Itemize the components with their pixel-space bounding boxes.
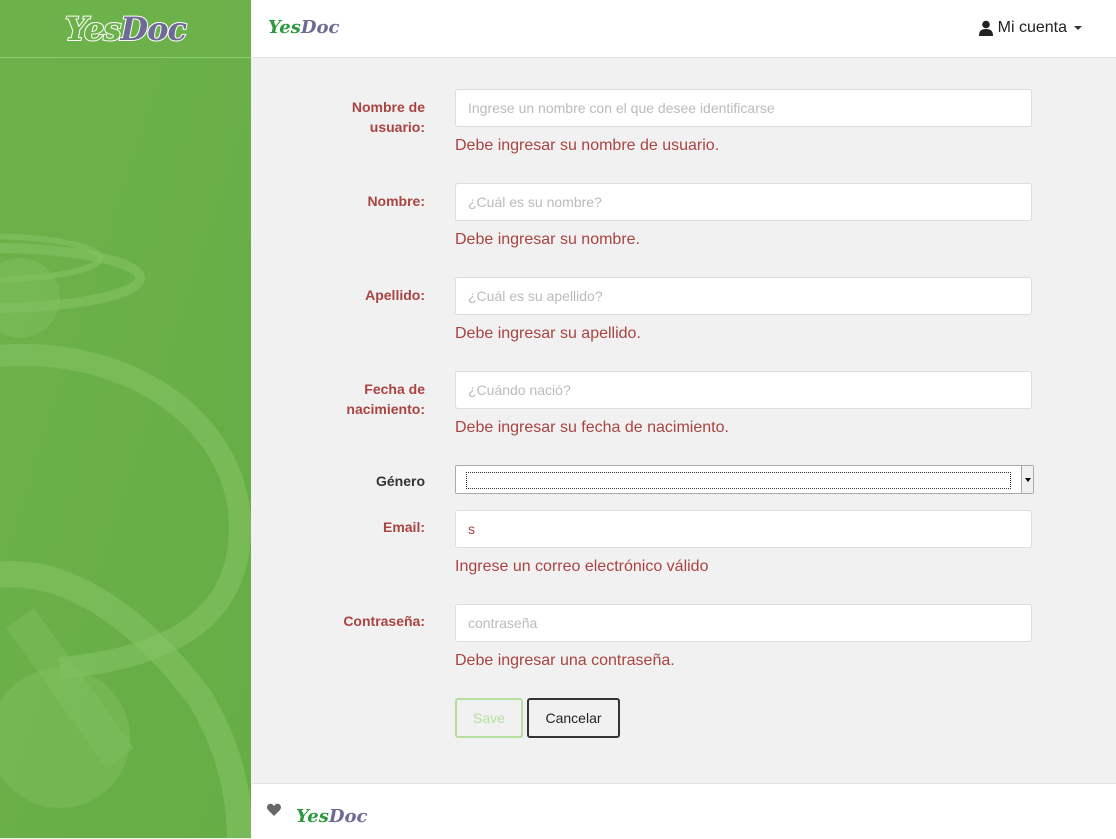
sidebar-logo[interactable]: YesDoc [0, 0, 251, 58]
navbar-brand-yes: Yes [268, 17, 301, 38]
birthdate-label: Fecha de nacimiento: [346, 381, 425, 417]
first-name-input[interactable] [455, 183, 1032, 221]
navbar-brand-doc: Doc [300, 17, 340, 38]
last-name-label: Apellido: [365, 287, 425, 303]
gender-label: Género [375, 473, 425, 489]
select-arrow-icon[interactable] [1021, 466, 1033, 493]
sidebar: YesDoc [0, 0, 251, 838]
footer-brand-doc: Doc [328, 806, 368, 827]
first-name-error: Debe ingresar su nombre. [455, 231, 640, 248]
last-name-input[interactable] [455, 277, 1032, 315]
navbar-brand[interactable]: YesDoc [268, 17, 339, 38]
user-icon [978, 20, 993, 36]
username-error: Debe ingresar su nombre de usuario. [455, 137, 720, 154]
username-input[interactable] [455, 89, 1032, 127]
password-error: Debe ingresar una contraseña. [455, 652, 675, 669]
cancel-button[interactable]: Cancelar [527, 698, 620, 738]
save-button[interactable]: Save [455, 698, 523, 738]
birthdate-input[interactable] [455, 371, 1032, 409]
logo-doc-text: Doc [119, 9, 188, 49]
top-navbar: YesDoc Mi cuenta [251, 0, 1116, 58]
gender-selected-value [466, 472, 1011, 489]
password-input[interactable] [455, 604, 1032, 642]
email-label: Email: [382, 519, 425, 535]
email-input[interactable] [455, 510, 1032, 548]
birthdate-error: Debe ingresar su fecha de nacimiento. [455, 419, 729, 436]
first-name-label: Nombre: [367, 193, 425, 209]
stethoscope-background-image [0, 58, 251, 838]
gender-select[interactable] [455, 465, 1034, 494]
footer-brand[interactable]: YesDoc [296, 806, 367, 827]
caret-down-icon [1074, 26, 1082, 30]
last-name-error: Debe ingresar su apellido. [455, 325, 641, 342]
logo-yes-text: Yes [64, 9, 122, 49]
email-error: Ingrese un correo electrónico válido [455, 558, 709, 575]
footer: YesDoc [251, 783, 1116, 839]
account-label: Mi cuenta [997, 19, 1067, 36]
password-label: Contraseña: [343, 613, 425, 629]
username-label: Nombre de usuario: [351, 99, 425, 135]
heart-icon [267, 803, 281, 816]
account-dropdown[interactable]: Mi cuenta [978, 19, 1082, 37]
footer-brand-yes: Yes [296, 806, 329, 827]
